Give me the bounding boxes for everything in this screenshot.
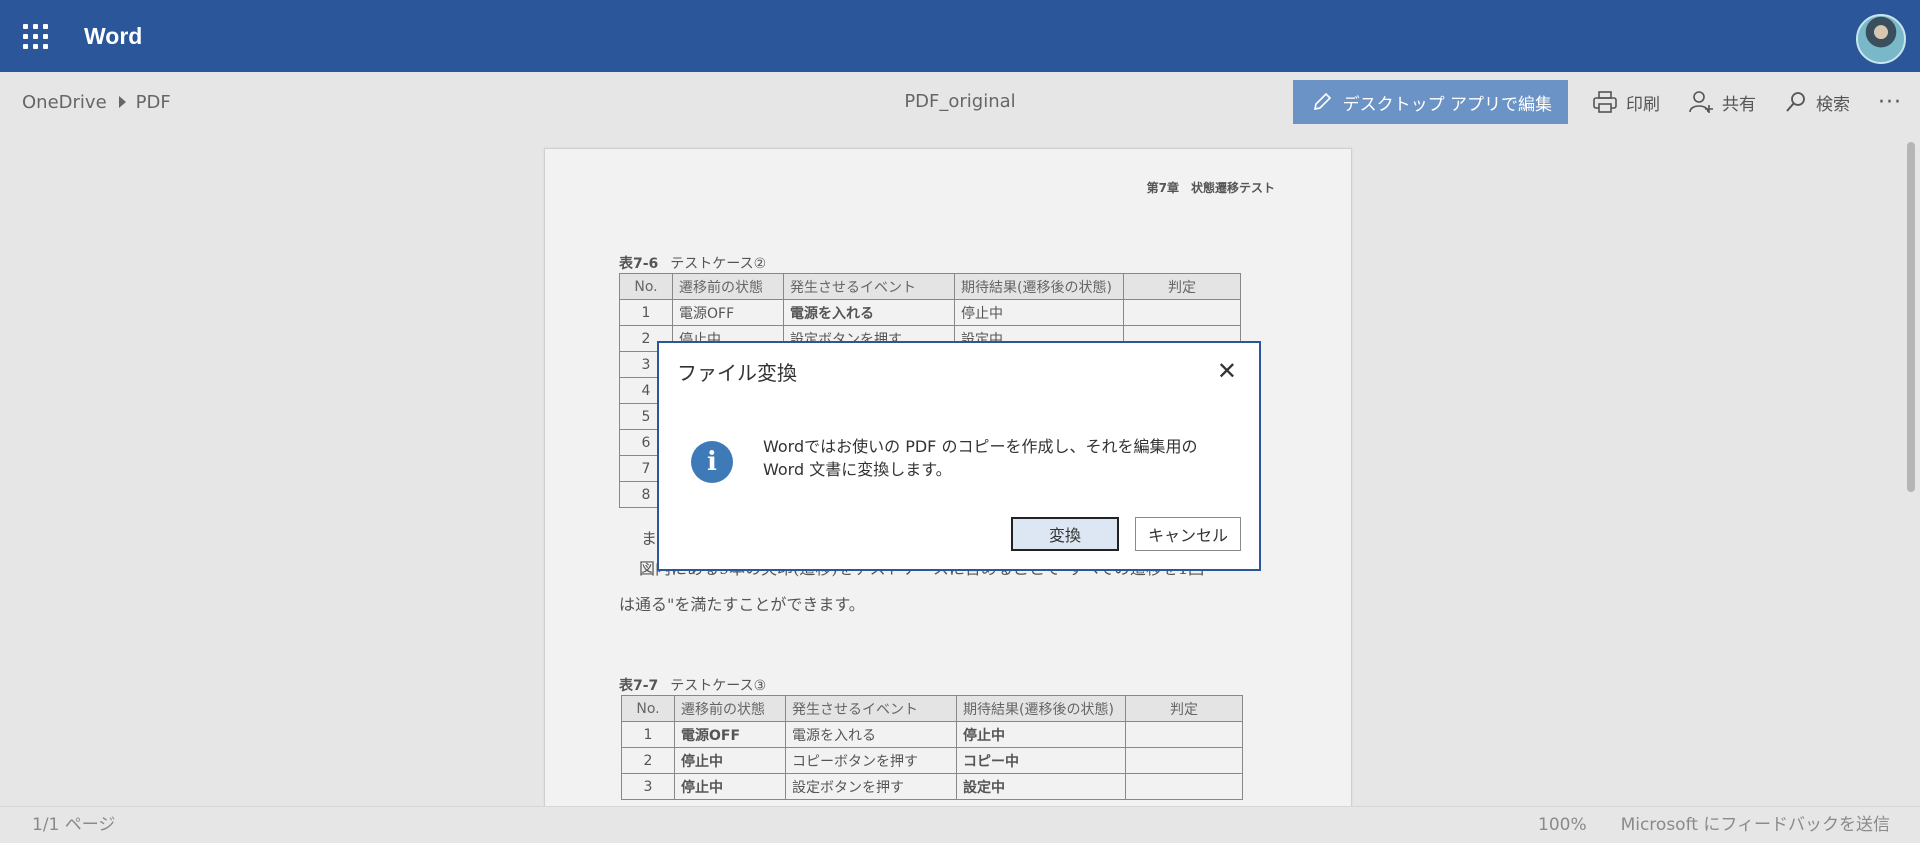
cell: コピーボタンを押す (785, 747, 957, 774)
convert-button[interactable]: 変換 (1011, 517, 1119, 551)
search-button[interactable]: 検索 (1770, 80, 1864, 124)
cell (1125, 721, 1243, 748)
cell: 停止中 (956, 721, 1126, 748)
header-cell: 期待結果(遷移後の状態) (956, 695, 1126, 722)
cell: 停止中 (954, 299, 1124, 326)
more-options-button[interactable]: ··· (1864, 90, 1920, 115)
breadcrumb-onedrive[interactable]: OneDrive (22, 92, 107, 113)
printer-icon (1593, 91, 1617, 113)
search-icon (1786, 92, 1805, 112)
scrollbar-thumb[interactable] (1907, 142, 1915, 492)
close-icon[interactable]: ✕ (1217, 357, 1237, 385)
table-caption-title: テストケース② (670, 256, 767, 272)
cell (1125, 773, 1243, 800)
edit-in-desktop-app-label: デスクトップ アプリで編集 (1342, 94, 1553, 115)
share-label: 共有 (1722, 94, 1757, 115)
print-label: 印刷 (1626, 94, 1661, 115)
app-launcher-icon[interactable] (0, 0, 70, 72)
print-button[interactable]: 印刷 (1578, 80, 1674, 124)
cell: 電源を入れる (783, 299, 955, 326)
header-cell: 発生させるイベント (785, 695, 957, 722)
dialog-title: ファイル変換 (677, 361, 797, 385)
cell: 2 (621, 747, 675, 774)
dialog-message-line: Wordではお使いの PDF のコピーを作成し、それを編集用の (763, 437, 1198, 456)
cell: コピー中 (956, 747, 1126, 774)
chevron-right-icon (118, 96, 126, 108)
pencil-icon (1313, 92, 1331, 111)
breadcrumb: OneDrive PDF (22, 72, 171, 132)
table-caption: 表7-6 テストケース② (619, 253, 766, 273)
table-row: 1 電源OFF 電源を入れる 停止中 (621, 721, 1243, 748)
cell (1125, 747, 1243, 774)
table-header-row: No. 遷移前の状態 発生させるイベント 期待結果(遷移後の状態) 判定 (619, 273, 1241, 300)
cell: 1 (619, 299, 673, 326)
table-caption-number: 表7-6 (619, 256, 659, 272)
header-cell: 判定 (1123, 273, 1241, 300)
table-row: 2 停止中 コピーボタンを押す コピー中 (621, 747, 1243, 774)
header-cell: 遷移前の状態 (674, 695, 786, 722)
vertical-scrollbar[interactable] (1902, 132, 1920, 806)
command-actions: デスクトップ アプリで編集 印刷 共有 検索 ··· (1292, 80, 1920, 124)
cell: 3 (621, 773, 675, 800)
table-row: 1 電源OFF 電源を入れる 停止中 (619, 299, 1241, 326)
share-button[interactable]: 共有 (1674, 80, 1770, 124)
cell: 停止中 (674, 773, 786, 800)
test-case-table-2: No. 遷移前の状態 発生させるイベント 期待結果(遷移後の状態) 判定 1 電… (621, 695, 1243, 800)
app-name[interactable]: Word (84, 23, 142, 50)
cell: 設定中 (956, 773, 1126, 800)
page-count: 1/1 ページ (32, 815, 116, 835)
header-cell: 期待結果(遷移後の状態) (954, 273, 1124, 300)
info-icon: i (691, 441, 733, 483)
cell: 停止中 (674, 747, 786, 774)
table-header-row: No. 遷移前の状態 発生させるイベント 期待結果(遷移後の状態) 判定 (621, 695, 1243, 722)
cell: 電源OFF (674, 721, 786, 748)
header-cell: 判定 (1125, 695, 1243, 722)
suite-bar: Word (0, 0, 1920, 72)
avatar[interactable] (1856, 14, 1906, 64)
cell: 電源を入れる (785, 721, 957, 748)
body-text-line: は通る"を満たすことができます。 (619, 595, 865, 614)
search-label: 検索 (1816, 94, 1851, 115)
add-person-icon (1689, 91, 1714, 113)
breadcrumb-folder[interactable]: PDF (136, 92, 171, 113)
cancel-button[interactable]: キャンセル (1135, 517, 1241, 551)
command-bar: OneDrive PDF PDF_original デスクトップ アプリで編集 … (0, 72, 1920, 132)
header-cell: 遷移前の状態 (672, 273, 784, 300)
cell: 設定ボタンを押す (785, 773, 957, 800)
cell: 電源OFF (672, 299, 784, 326)
file-convert-dialog: ファイル変換 ✕ i Wordではお使いの PDF のコピーを作成し、それを編集… (657, 341, 1261, 571)
header-cell: No. (621, 695, 675, 722)
chapter-header: 第7章 状態遷移テスト (1146, 181, 1275, 195)
table-caption: 表7-7 テストケース③ (619, 675, 766, 695)
table-caption-title: テストケース③ (670, 678, 767, 694)
dialog-message: Wordではお使いの PDF のコピーを作成し、それを編集用の Word 文書に… (763, 435, 1197, 481)
edit-in-desktop-app-button[interactable]: デスクトップ アプリで編集 (1292, 80, 1569, 124)
cell (1123, 299, 1241, 326)
zoom-level[interactable]: 100% (1538, 807, 1587, 843)
table-row: 3 停止中 設定ボタンを押す 設定中 (621, 773, 1243, 800)
cell: 1 (621, 721, 675, 748)
header-cell: No. (619, 273, 673, 300)
status-bar: 1/1 ページ 100% Microsoft にフィードバックを送信 (0, 806, 1920, 843)
table-caption-number: 表7-7 (619, 678, 659, 694)
header-cell: 発生させるイベント (783, 273, 955, 300)
dialog-message-line: Word 文書に変換します。 (763, 460, 952, 479)
feedback-link[interactable]: Microsoft にフィードバックを送信 (1621, 807, 1890, 843)
